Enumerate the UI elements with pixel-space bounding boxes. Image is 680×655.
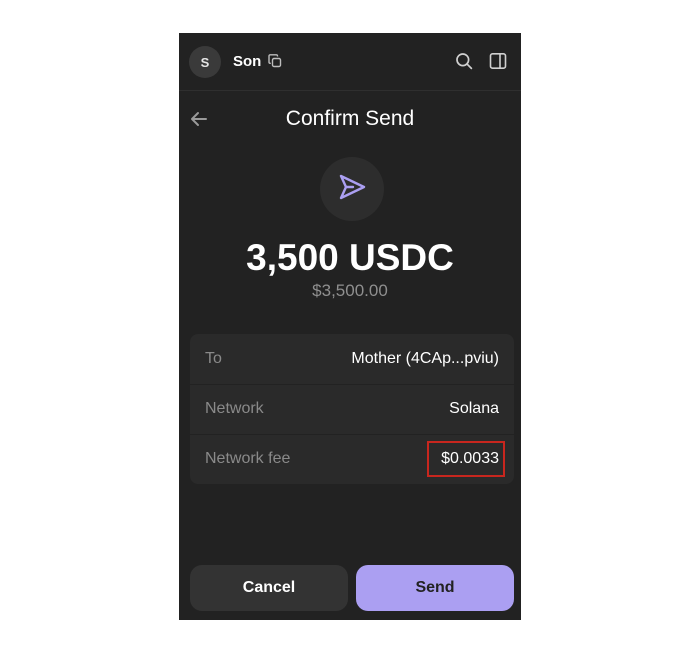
detail-row-to: To Mother (4CAp...pviu) xyxy=(190,334,514,385)
page-title: Confirm Send xyxy=(285,107,415,130)
wallet-window: S Son Confirm Send 3,500 USDC $3,500.00 … xyxy=(179,33,521,620)
detail-label: Network xyxy=(205,400,264,417)
header-bar: S Son xyxy=(179,33,521,91)
search-icon[interactable] xyxy=(455,52,473,70)
detail-label: To xyxy=(205,350,222,367)
detail-row-network: Network Solana xyxy=(190,384,514,435)
transaction-details: To Mother (4CAp...pviu) Network Solana N… xyxy=(190,334,514,484)
send-icon-badge xyxy=(320,157,384,221)
sidebar-panel-icon[interactable] xyxy=(489,52,507,70)
recipient-value[interactable]: Mother (4CAp...pviu) xyxy=(351,350,499,368)
detail-label: Network fee xyxy=(205,450,291,467)
copy-icon[interactable] xyxy=(268,54,282,68)
account-avatar[interactable]: S xyxy=(189,46,221,78)
fiat-value: $3,500.00 xyxy=(312,281,388,300)
cancel-button[interactable]: Cancel xyxy=(190,565,348,611)
send-button[interactable]: Send xyxy=(356,565,514,611)
send-arrow-icon xyxy=(337,172,367,207)
network-value: Solana xyxy=(449,400,499,417)
account-name[interactable]: Son xyxy=(233,53,261,70)
detail-row-network-fee: Network fee $0.0033 xyxy=(190,434,514,484)
network-fee-value[interactable]: $0.0033 xyxy=(441,450,499,468)
send-amount: 3,500 USDC xyxy=(246,237,454,278)
